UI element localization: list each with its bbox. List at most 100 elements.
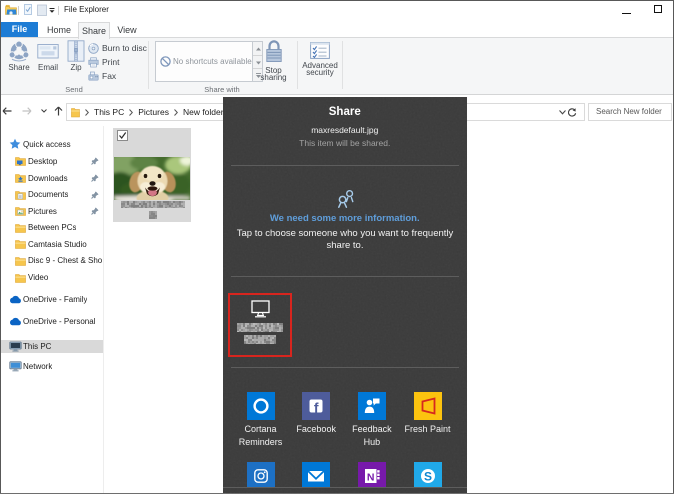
minimize-button[interactable] [622,13,631,14]
sidebar-item-quick-access[interactable]: Quick access [0,136,104,152]
burn-to-disc-button[interactable]: Burn to disc [88,42,147,55]
window-title: File Explorer [64,5,109,14]
pin-icon [91,191,99,199]
device-name-redacted [237,323,283,332]
share-button[interactable]: Share [4,40,34,72]
sidebar-item-between-pcs[interactable]: Between PCs [0,220,104,236]
onenote-icon: N [358,462,386,488]
sidebar-item-this-pc[interactable]: This PC [0,339,104,355]
feedback-hub-icon [358,392,386,420]
sidebar-item-onedrive-personal[interactable]: OneDrive - Personal [0,314,104,330]
app-instagram[interactable] [247,462,275,488]
network-icon [9,361,22,372]
sidebar-item-documents[interactable]: Documents [0,187,104,203]
file-item[interactable] [113,128,191,222]
pin-icon [91,207,99,215]
qat-customize-chevron-icon[interactable] [49,8,55,13]
properties-icon[interactable] [24,4,32,15]
back-icon[interactable] [2,107,12,115]
sidebar-item-disc-9-chest-sho[interactable]: Disc 9 - Chest & Sho [0,253,104,269]
sidebar-item-label: Between PCs [28,223,76,232]
this-pc-icon [9,341,22,352]
sidebar-item-onedrive-family[interactable]: OneDrive - Family [0,292,104,308]
email-button-label: Email [35,63,61,72]
sidebar-item-network[interactable]: Network [0,359,104,375]
nearby-device-highlight[interactable] [228,293,292,357]
sidebar-item-downloads[interactable]: Downloads [0,170,104,186]
burn-to-disc-label: Burn to disc [102,43,147,53]
fresh-paint-icon [414,392,442,420]
recent-locations-chevron-icon[interactable] [41,109,47,113]
app-label-feedback-hub: Feedback Hub [344,423,400,448]
tab-share[interactable]: Share [78,22,110,39]
tab-view[interactable]: View [112,22,142,38]
share-panel: Share maxresdefault.jpg This item will b… [223,97,468,493]
print-button[interactable]: Print [88,56,119,69]
sidebar-item-label: Documents [28,190,68,199]
no-shortcuts-text: No shortcuts available [173,42,252,81]
sidebar-item-label: Network [23,362,52,371]
sidebar-item-label: Video [28,273,48,282]
onedrive-cloud-icon [9,295,22,304]
burn-disc-icon [88,43,99,54]
ribbon-tab-row: File Home Share View [0,21,674,38]
tab-file[interactable]: File [1,22,38,37]
file-checkbox[interactable] [117,130,128,141]
tab-home[interactable]: Home [42,22,76,38]
maximize-button[interactable] [654,5,662,13]
address-dropdown-chevron-icon[interactable] [559,110,566,115]
screen: File Explorer File Home Share View [0,0,678,498]
navigation-pane: Quick accessDesktopDownloads Documents Pic… [0,126,104,493]
app-skype[interactable]: S [414,462,442,488]
breadcrumb: This PC Pictures New folder [71,104,224,120]
share-panel-title: Share [223,106,468,118]
instagram-icon [247,462,275,488]
app-feedback-hub[interactable] [358,392,386,420]
email-button[interactable]: Email [35,40,61,72]
app-cortana-reminders[interactable] [247,392,275,420]
pin-icon [91,174,99,182]
stop-sharing-label: Stop sharing [259,67,288,81]
app-fresh-paint[interactable] [414,392,442,420]
more-information-heading: We need some more information. [223,213,468,224]
forward-icon[interactable] [22,107,32,115]
svg-text:N: N [367,471,375,483]
panel-bottom-line [223,487,468,488]
share-panel-subtitle: This item will be shared. [223,138,468,148]
app-mail[interactable] [302,462,330,488]
ribbon-separator [342,41,343,89]
pin-icon [91,157,99,165]
refresh-icon[interactable] [567,108,577,118]
zip-button[interactable]: Zip [62,40,90,72]
panel-divider [231,165,459,166]
advanced-security-button[interactable]: Advanced security [300,40,340,76]
breadcrumb-this-pc[interactable]: This PC [94,107,124,117]
qat-separator [58,6,59,15]
mail-icon [302,462,330,488]
sidebar-item-pictures[interactable]: Pictures [0,203,104,219]
app-onenote[interactable]: N [358,462,386,488]
ribbon-separator [148,41,149,89]
no-shortcuts-icon [160,56,171,67]
app-facebook[interactable]: f [302,392,330,420]
svg-text:f: f [314,399,319,415]
people-icon [337,189,355,208]
app-label-facebook: Facebook [288,423,344,436]
sidebar-item-video[interactable]: Video [0,270,104,286]
search-box[interactable]: Search New folder [588,103,672,121]
panel-divider [231,367,459,368]
share-panel-filename: maxresdefault.jpg [223,125,468,135]
breadcrumb-pictures[interactable]: Pictures [138,107,169,117]
up-icon[interactable] [54,106,63,116]
new-folder-icon[interactable] [37,4,47,16]
ribbon: Share Email [0,38,674,95]
sidebar-item-desktop[interactable]: Desktop [0,153,104,169]
sidebar-item-camtasia-studio[interactable]: Camtasia Studio [0,236,104,252]
share-with-gallery[interactable]: No shortcuts available [155,41,263,82]
file-name-redacted-2 [149,211,157,219]
fax-button[interactable]: Fax [88,70,116,83]
checkmark-icon [118,131,127,140]
breadcrumb-new-folder[interactable]: New folder [183,107,224,117]
stop-sharing-button[interactable]: Stop sharing [259,40,288,81]
title-bar[interactable]: File Explorer [0,0,674,21]
